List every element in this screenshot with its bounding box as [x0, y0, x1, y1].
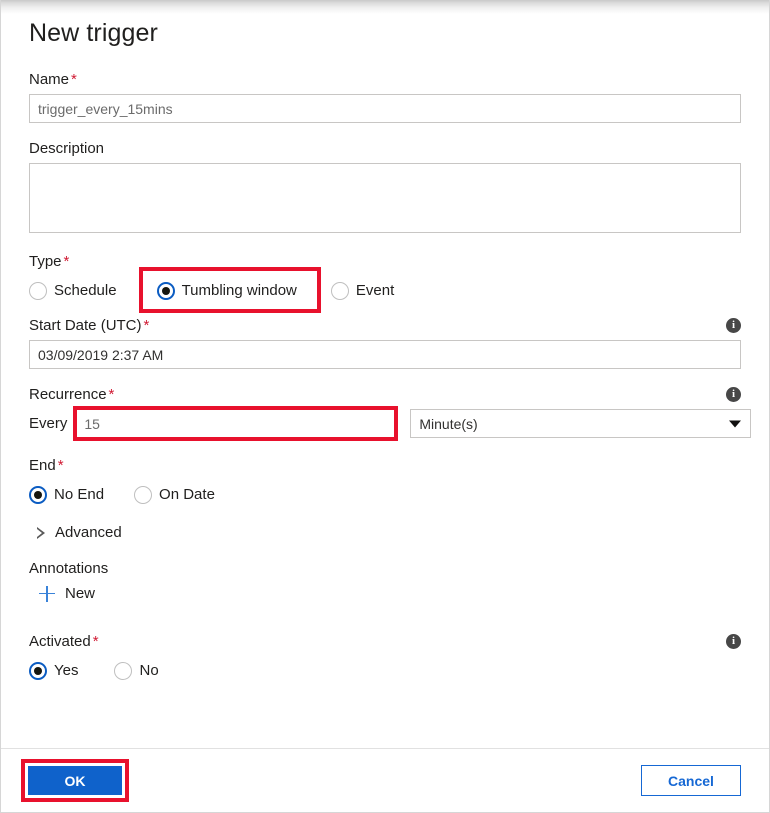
name-field-group: Name * [29, 70, 741, 123]
end-field-group: End * No End On Date [29, 456, 741, 510]
cancel-button[interactable]: Cancel [641, 765, 741, 796]
start-date-info-icon[interactable]: i [726, 318, 741, 333]
end-option-no-end-label: No End [54, 486, 105, 503]
new-trigger-panel: New trigger Name* Description Type* Sche… [0, 0, 770, 813]
name-input[interactable] [29, 94, 741, 123]
annotations-label: Annotations [29, 560, 109, 577]
recurrence-unit-select[interactable]: Minute(s) [410, 409, 752, 438]
activated-option-yes-label: Yes [54, 662, 79, 679]
type-field-group: Type * Schedule Tumbling window Event [29, 252, 741, 313]
start-date-input[interactable] [29, 340, 741, 369]
type-option-schedule[interactable]: Schedule [29, 282, 117, 300]
recurrence-every-input[interactable] [75, 409, 397, 438]
activated-required-asterisk: * [92, 633, 99, 650]
type-option-event[interactable]: Event [330, 282, 395, 300]
end-option-on-date[interactable]: On Date [134, 486, 215, 504]
start-date-required-asterisk: * [143, 317, 150, 334]
start-date-field-group: Start Date (UTC) * i [29, 316, 741, 369]
end-label: End * [29, 457, 64, 474]
radio-circle-icon [114, 662, 133, 680]
recurrence-every-label: Every [29, 415, 68, 432]
radio-circle-selected-icon [156, 282, 175, 300]
annotations-group: Annotations New [29, 559, 741, 602]
radio-circle-icon [134, 486, 153, 504]
recurrence-unit-value: Minute(s) [419, 415, 478, 432]
description-field-group: Description [29, 139, 741, 238]
end-required-asterisk: * [57, 457, 64, 474]
type-label: Type * [29, 253, 70, 270]
annotations-new-button[interactable]: New [29, 585, 741, 602]
end-radio-group: No End On Date [29, 480, 741, 510]
type-option-schedule-label: Schedule [54, 282, 117, 299]
start-date-label: Start Date (UTC) * [29, 317, 150, 334]
type-radio-group: Schedule Tumbling window Event [29, 267, 741, 313]
recurrence-label: Recurrence * [29, 386, 115, 403]
advanced-toggle[interactable]: Advanced [29, 524, 741, 541]
recurrence-required-asterisk: * [108, 386, 115, 403]
end-option-on-date-label: On Date [159, 486, 215, 503]
radio-circle-selected-icon [29, 662, 47, 680]
advanced-label: Advanced [55, 524, 122, 541]
activated-option-no-label: No [139, 662, 159, 679]
activated-info-icon[interactable]: i [726, 634, 741, 649]
name-label: Name * [29, 71, 77, 88]
description-textarea[interactable] [29, 163, 741, 233]
plus-icon [39, 585, 55, 602]
type-option-event-label: Event [355, 282, 395, 299]
type-option-tumbling-window-label: Tumbling window [181, 282, 297, 299]
panel-top-shadow [1, 0, 769, 14]
chevron-down-icon [729, 420, 742, 427]
ok-button[interactable]: OK [27, 765, 123, 796]
radio-circle-selected-icon [29, 486, 47, 504]
recurrence-every-input-wrap [73, 406, 399, 441]
activated-option-yes[interactable]: Yes [29, 662, 78, 680]
panel-content: New trigger Name* Description Type* Sche… [1, 14, 769, 748]
chevron-right-icon [37, 526, 46, 539]
radio-circle-icon [330, 282, 349, 300]
page-title: New trigger [29, 19, 158, 47]
name-required-asterisk: * [71, 71, 77, 88]
type-required-asterisk: * [63, 253, 70, 270]
type-option-tumbling-window[interactable]: Tumbling window [156, 282, 297, 300]
recurrence-field-group: Recurrence* i Every Minute(s) [29, 385, 752, 441]
radio-circle-icon [29, 282, 47, 300]
end-option-no-end[interactable]: No End [29, 486, 104, 504]
activated-label: Activated * [29, 633, 99, 650]
description-label: Description [29, 140, 105, 157]
activated-option-no[interactable]: No [114, 662, 159, 680]
panel-footer: OK Cancel [1, 748, 769, 812]
activated-field-group: Activated * i Yes No [29, 632, 741, 686]
recurrence-info-icon[interactable]: i [726, 387, 741, 402]
activated-radio-group: Yes No [29, 656, 741, 686]
recurrence-row: Every Minute(s) [29, 406, 752, 441]
recurrence-unit-select-wrap: Minute(s) [410, 409, 752, 438]
annotations-new-label: New [65, 585, 96, 602]
